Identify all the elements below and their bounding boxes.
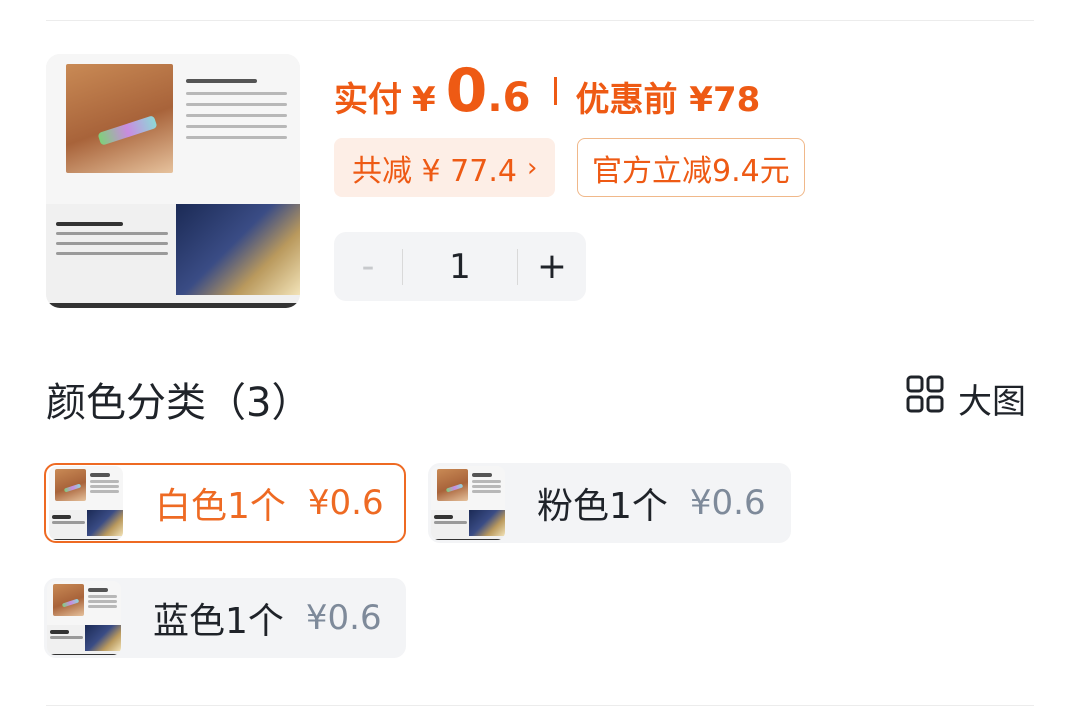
official-discount-tag: 官方立减9.4元 [577,138,805,197]
spec-text-graphic [185,79,288,147]
price-row: 实付 ¥ 0 .6 优惠前 ¥78 [334,56,760,126]
variant-thumbnail [431,466,505,540]
variant-label: 蓝色1个 [153,601,284,642]
product-picture [46,54,300,308]
original-price: 优惠前 ¥78 [575,80,761,120]
color-category-title: 颜色分类（3） [46,380,312,426]
decrease-button[interactable]: - [334,246,402,287]
band-text-graphic [56,221,168,262]
price-integer: 0 [445,56,488,126]
variant-option-blue[interactable]: 蓝色1个 ¥0.6 [44,578,406,658]
total-discount-text: 共减 ¥ 77.4 [352,153,517,189]
big-image-label: 大图 [958,382,1026,422]
grid-icon [906,375,944,422]
quantity-value[interactable]: 1 [403,247,517,287]
variant-price: ¥0.6 [689,483,766,523]
big-image-button[interactable]: 大图 [906,374,1026,423]
pay-label: 实付 [334,80,402,120]
variant-thumbnail [49,466,123,540]
price-decimal: .6 [487,75,531,121]
variant-option-white[interactable]: 白色1个 ¥0.6 [44,463,406,543]
quantity-stepper: - 1 + [334,232,586,301]
variant-price: ¥0.6 [307,483,384,523]
currency-symbol: ¥ [412,80,436,120]
variant-thumbnail [47,581,121,655]
total-discount-tag[interactable]: 共减 ¥ 77.4 › [334,138,556,197]
chevron-right-icon: › [526,152,538,183]
official-discount-text: 官方立减9.4元 [592,153,790,189]
bottom-divider [46,705,1034,706]
usage-photo [175,203,300,296]
product-image[interactable] [46,54,300,308]
variant-price: ¥0.6 [305,598,382,638]
increase-button[interactable]: + [518,246,586,287]
product-photo [66,64,173,174]
price-separator [554,77,558,105]
variant-label: 白色1个 [155,486,286,527]
top-divider [46,20,1034,21]
variant-label: 粉色1个 [537,486,668,527]
variant-option-pink[interactable]: 粉色1个 ¥0.6 [428,463,791,543]
